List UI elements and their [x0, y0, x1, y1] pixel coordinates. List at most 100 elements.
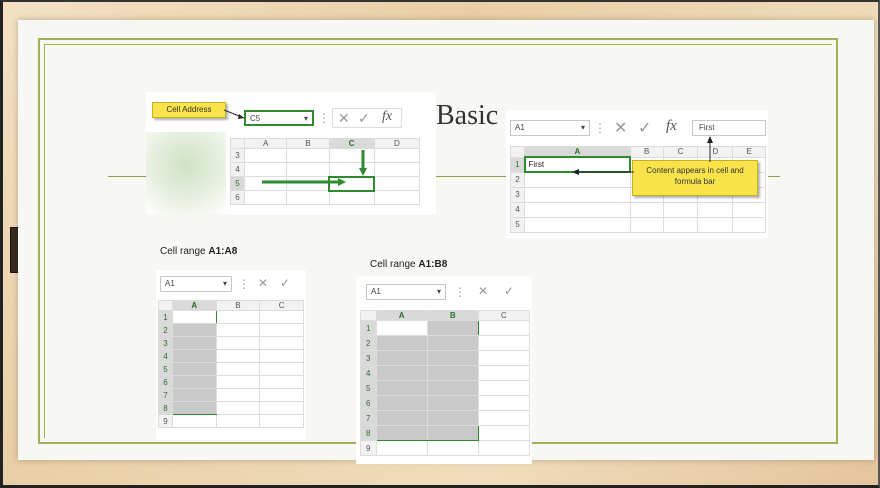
cell[interactable]: [259, 414, 304, 428]
row-header-selected[interactable]: 7: [360, 410, 377, 426]
name-box[interactable]: A1 ▾: [366, 284, 446, 300]
col-header-selected[interactable]: B: [426, 310, 479, 321]
col-header-selected[interactable]: A: [524, 146, 631, 158]
col-header-selected[interactable]: A: [375, 310, 428, 321]
row-header[interactable]: 9: [158, 414, 173, 428]
cell-selected[interactable]: [375, 425, 428, 441]
cell[interactable]: [171, 414, 217, 428]
cell[interactable]: [259, 362, 304, 376]
dropdown-icon[interactable]: ▾: [581, 121, 585, 135]
cell-selected[interactable]: [171, 323, 217, 337]
col-header[interactable]: B: [215, 300, 261, 311]
row-header-selected[interactable]: 6: [158, 375, 173, 389]
cell-selected[interactable]: [375, 365, 428, 381]
cell[interactable]: [373, 148, 421, 163]
cell-selected[interactable]: [171, 362, 217, 376]
col-header[interactable]: A: [243, 138, 288, 149]
dropdown-icon[interactable]: ▾: [223, 277, 227, 291]
col-header[interactable]: D: [373, 138, 421, 149]
enter-icon[interactable]: ✓: [638, 118, 651, 138]
cell-selected[interactable]: [375, 380, 428, 396]
cell[interactable]: [259, 310, 304, 324]
cell[interactable]: [477, 395, 531, 411]
dropdown-icon[interactable]: ▾: [437, 285, 441, 299]
cell[interactable]: [732, 216, 766, 233]
row-header-selected[interactable]: 8: [360, 425, 377, 441]
cell-selected[interactable]: [171, 336, 217, 350]
cell[interactable]: [524, 216, 631, 233]
cell[interactable]: [732, 201, 766, 218]
corner-cell[interactable]: [230, 138, 245, 149]
cell[interactable]: [259, 401, 304, 415]
cell-selected[interactable]: [426, 395, 479, 411]
cell[interactable]: [215, 388, 261, 402]
cell[interactable]: [286, 162, 330, 177]
formula-bar[interactable]: First: [692, 120, 766, 136]
cell[interactable]: [629, 216, 664, 233]
col-header-selected[interactable]: C: [328, 138, 375, 149]
cell[interactable]: [477, 335, 531, 351]
cell[interactable]: [259, 375, 304, 389]
cell[interactable]: [477, 365, 531, 381]
cell[interactable]: [477, 410, 531, 426]
cancel-icon[interactable]: ✕: [614, 118, 627, 138]
col-header[interactable]: B: [286, 138, 330, 149]
row-header-selected[interactable]: 4: [360, 365, 377, 381]
cancel-icon[interactable]: ✕: [478, 284, 488, 298]
col-header[interactable]: C: [662, 146, 699, 158]
cell-selected[interactable]: [171, 349, 217, 363]
row-header-selected[interactable]: 6: [360, 395, 377, 411]
cell[interactable]: [286, 148, 330, 163]
cell[interactable]: [286, 190, 330, 205]
cell[interactable]: [477, 425, 531, 441]
row-header-selected[interactable]: 5: [360, 380, 377, 396]
cell[interactable]: [629, 201, 664, 218]
cell[interactable]: [524, 186, 631, 203]
cell[interactable]: [426, 440, 479, 456]
cell[interactable]: [477, 440, 531, 456]
cell[interactable]: [662, 216, 699, 233]
cancel-icon[interactable]: ✕: [258, 276, 268, 290]
cell[interactable]: [259, 349, 304, 363]
cell-selected[interactable]: [426, 320, 479, 336]
cell-selected[interactable]: [375, 395, 428, 411]
cell[interactable]: [215, 336, 261, 350]
row-header[interactable]: 4: [510, 201, 525, 218]
function-icon[interactable]: fx: [666, 118, 677, 135]
row-header-selected[interactable]: 1: [158, 310, 173, 324]
row-header-selected[interactable]: 2: [158, 323, 173, 337]
enter-icon[interactable]: ✓: [358, 110, 370, 127]
cell[interactable]: [215, 349, 261, 363]
row-header[interactable]: 5: [510, 216, 525, 233]
cell[interactable]: [697, 216, 734, 233]
cell[interactable]: [215, 323, 261, 337]
cell[interactable]: [215, 401, 261, 415]
enter-icon[interactable]: ✓: [280, 276, 290, 290]
cell[interactable]: [215, 375, 261, 389]
cell[interactable]: [243, 190, 288, 205]
cell-selected[interactable]: [426, 380, 479, 396]
name-box[interactable]: A1 ▾: [510, 120, 590, 136]
corner-cell[interactable]: [360, 310, 377, 321]
cell[interactable]: [243, 148, 288, 163]
name-box[interactable]: C5 ▾: [244, 110, 314, 126]
row-header-selected[interactable]: 3: [360, 350, 377, 366]
cell-selected[interactable]: [171, 375, 217, 389]
cell-selected[interactable]: [426, 425, 479, 441]
cell[interactable]: [215, 310, 261, 324]
cancel-icon[interactable]: ✕: [338, 110, 350, 127]
row-header[interactable]: 2: [510, 171, 525, 188]
dropdown-icon[interactable]: ▾: [304, 112, 308, 126]
cell[interactable]: [375, 440, 428, 456]
enter-icon[interactable]: ✓: [504, 284, 514, 298]
row-header-selected[interactable]: 7: [158, 388, 173, 402]
cell-selected[interactable]: [426, 365, 479, 381]
row-header-selected[interactable]: 2: [360, 335, 377, 351]
corner-cell[interactable]: [510, 146, 525, 158]
cell[interactable]: [662, 201, 699, 218]
cell[interactable]: [477, 350, 531, 366]
row-header[interactable]: 4: [230, 162, 245, 177]
cell[interactable]: [524, 201, 631, 218]
cell-selected[interactable]: [375, 410, 428, 426]
row-header[interactable]: 3: [230, 148, 245, 163]
